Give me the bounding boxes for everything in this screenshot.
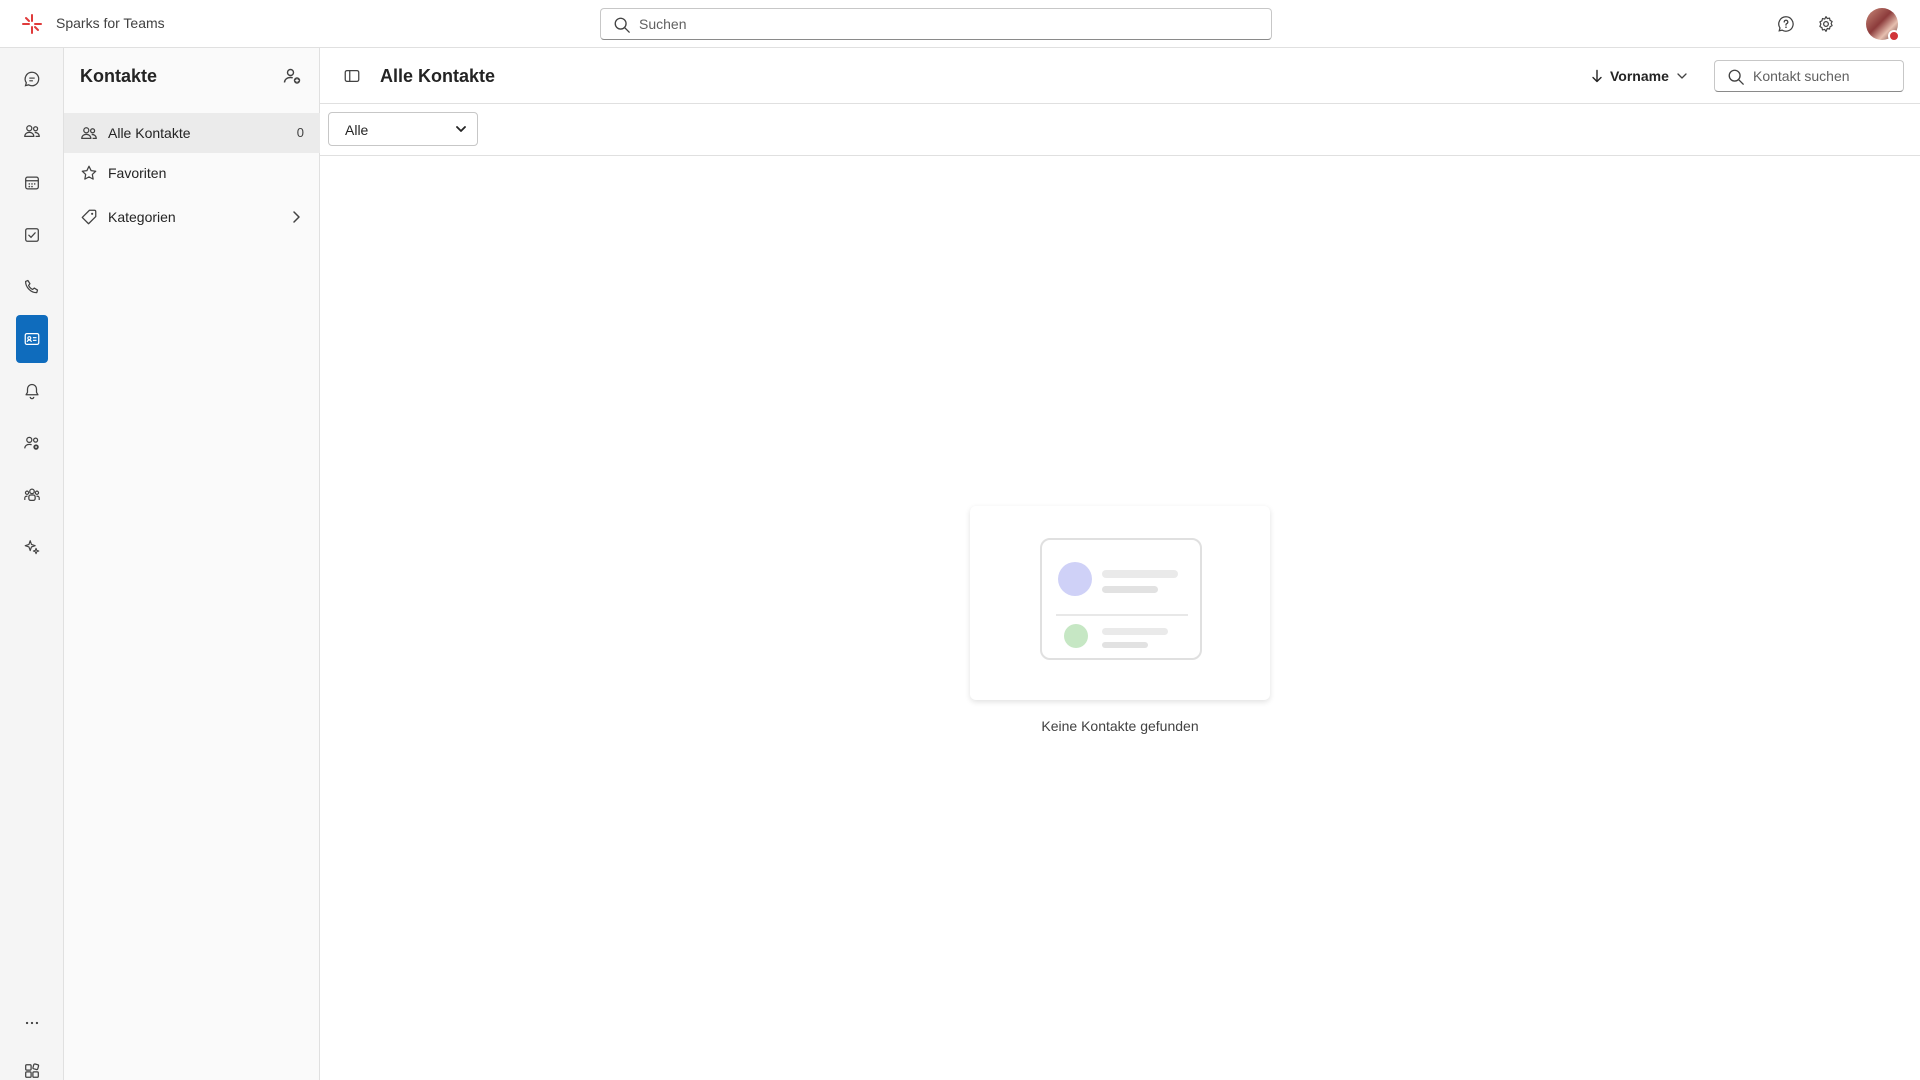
help-button[interactable] (1774, 12, 1798, 36)
illustration-line (1102, 570, 1178, 578)
chevron-down-icon (456, 126, 466, 132)
rail-people-settings[interactable] (16, 419, 48, 467)
illustration-line (1102, 586, 1158, 593)
illustration-line (1102, 628, 1168, 635)
rail-apps[interactable] (16, 1047, 48, 1080)
sidebar-item-label: Kategorien (108, 209, 176, 225)
rail-calendar[interactable] (16, 159, 48, 207)
top-bar: Sparks for Teams (0, 0, 1920, 48)
more-icon (25, 1021, 39, 1025)
rail-chat[interactable] (16, 55, 48, 103)
chevron-down-icon (1677, 73, 1687, 79)
filter-selected-value: Alle (345, 122, 369, 138)
chevron-right-icon (293, 211, 300, 223)
search-icon (614, 17, 630, 33)
rail-people[interactable] (16, 107, 48, 155)
rail-more[interactable] (16, 999, 48, 1047)
rail-contacts[interactable] (16, 315, 48, 363)
sidebar-item-label: Favoriten (108, 165, 167, 181)
contact-search-box[interactable] (1714, 60, 1904, 92)
tag-icon (81, 209, 97, 225)
app-title: Sparks for Teams (56, 15, 165, 31)
gear-icon (1819, 16, 1833, 32)
add-contact-button[interactable] (280, 64, 304, 88)
rail-tasks[interactable] (16, 211, 48, 259)
sidebar-item-favoriten[interactable]: Favoriten (64, 153, 320, 193)
sidebar-item-label: Alle Kontakte (108, 125, 191, 141)
global-search-input[interactable] (639, 9, 1259, 39)
empty-state-card (970, 506, 1270, 700)
panel-left-icon (344, 69, 360, 83)
contacts-sidebar: Kontakte Alle Kontakte 0 Favoriten Kateg… (64, 48, 320, 1080)
illustration-divider (1056, 614, 1188, 616)
sidebar-title: Kontakte (80, 66, 158, 86)
main-header: Alle Kontakte Vorname (320, 48, 1920, 104)
people-settings-icon (24, 436, 39, 450)
illustration-avatar-green (1064, 624, 1088, 648)
team-icon (24, 488, 40, 502)
rail-calls[interactable] (16, 263, 48, 311)
contact-search-input[interactable] (1753, 61, 1898, 91)
settings-button[interactable] (1814, 12, 1838, 36)
app-rail (0, 48, 64, 1080)
global-search-box[interactable] (600, 8, 1272, 40)
arrow-down-icon (1592, 69, 1602, 83)
rail-copilot[interactable] (16, 523, 48, 571)
illustration-line (1102, 642, 1148, 648)
main-content: Alle Kontakte Vorname Alle (320, 48, 1920, 1080)
illustration-avatar-purple (1058, 562, 1092, 596)
phone-icon (24, 279, 39, 294)
calendar-icon (25, 176, 39, 190)
rail-activity[interactable] (16, 367, 48, 415)
sort-label: Vorname (1610, 68, 1669, 84)
app-logo-icon (22, 14, 42, 34)
people-icon (24, 125, 40, 138)
presence-badge (1888, 30, 1900, 42)
people-icon (81, 127, 97, 140)
apps-icon (25, 1063, 40, 1078)
contact-count-badge: 0 (296, 125, 304, 140)
add-person-icon (283, 68, 301, 84)
star-icon (81, 165, 97, 180)
page-title: Alle Kontakte (380, 66, 496, 86)
chat-icon (24, 71, 40, 87)
filter-bar: Alle (320, 104, 1920, 156)
help-circle-icon (1778, 16, 1794, 32)
rail-teams[interactable] (16, 471, 48, 519)
search-icon (1728, 69, 1744, 85)
sidebar-item-kategorien[interactable]: Kategorien (64, 197, 320, 237)
empty-contacts-illustration (1040, 538, 1202, 660)
tasks-icon (25, 228, 39, 242)
avatar[interactable] (1866, 8, 1900, 42)
filter-dropdown[interactable]: Alle (328, 112, 478, 146)
bell-icon (25, 383, 39, 400)
empty-state-message: Keine Kontakte gefunden (1041, 718, 1199, 734)
sort-button[interactable]: Vorname (1590, 62, 1689, 90)
toggle-sidebar-button[interactable] (340, 64, 364, 88)
sidebar-item-alle-kontakte[interactable]: Alle Kontakte 0 (64, 113, 320, 153)
sparkle-icon (24, 540, 40, 555)
contact-card-icon (24, 332, 40, 346)
